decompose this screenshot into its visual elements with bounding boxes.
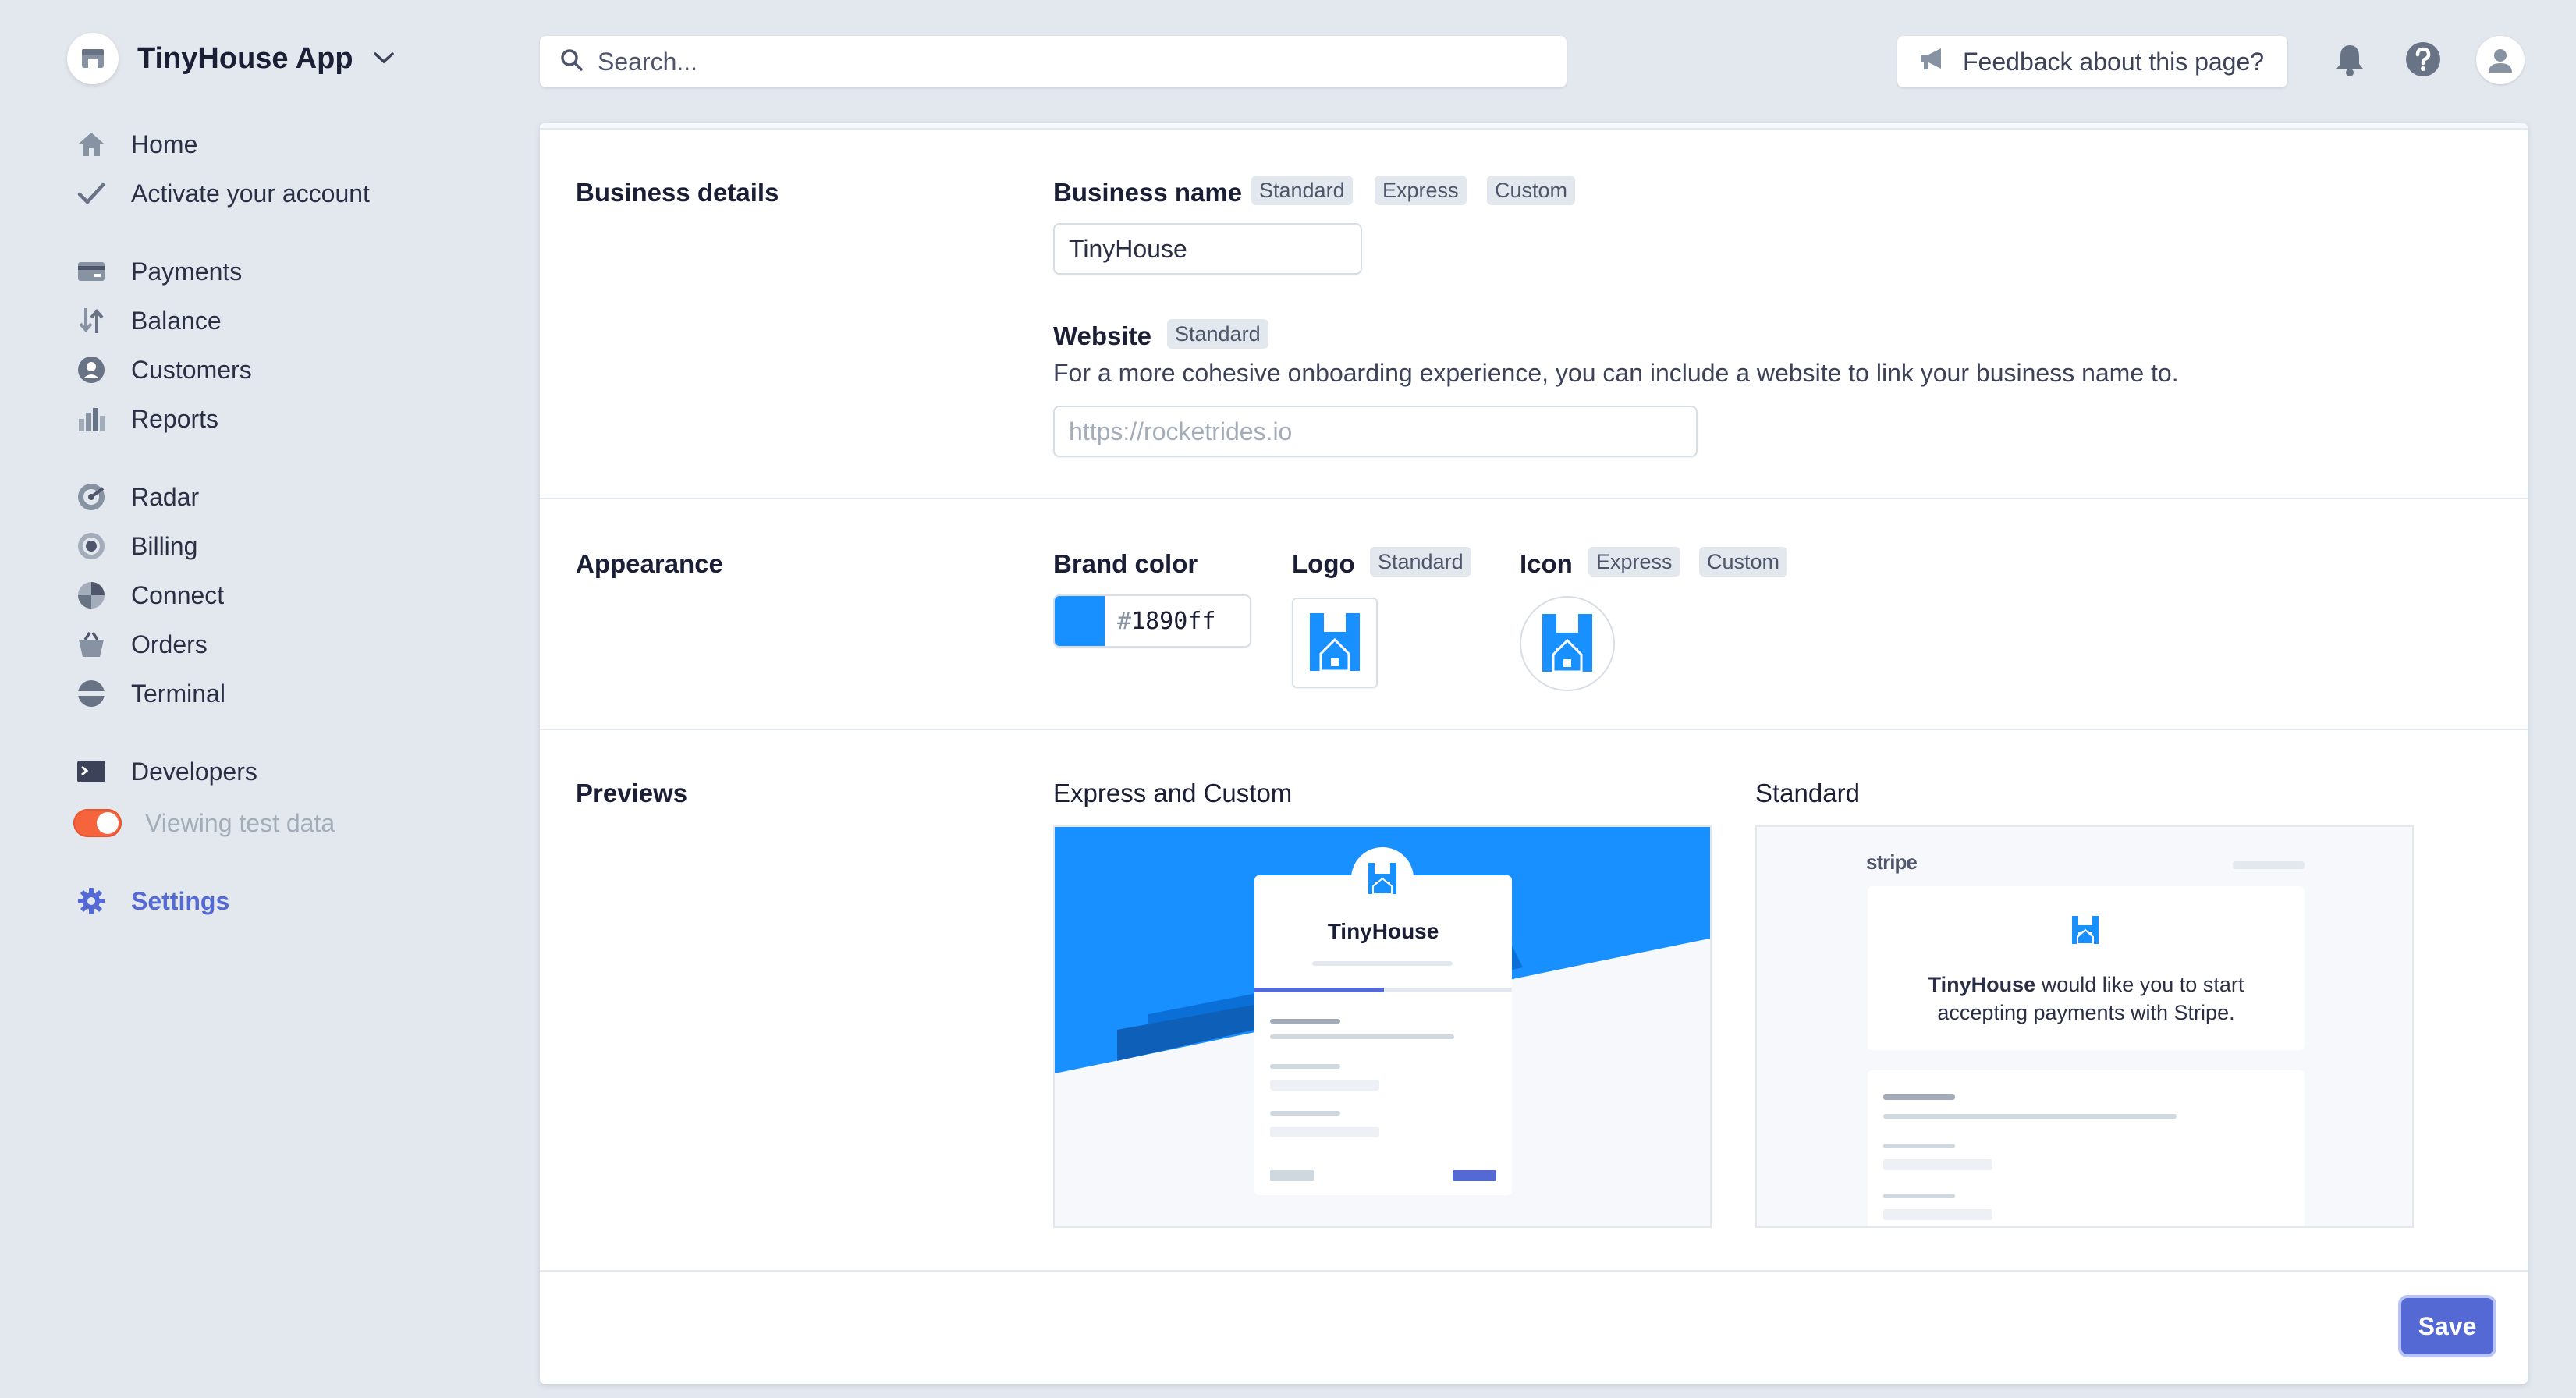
badge-standard: Standard bbox=[1251, 176, 1353, 205]
sidebar-item-label: Home bbox=[131, 130, 198, 158]
tinyhouse-logo-icon bbox=[1305, 609, 1364, 678]
sidebar-item-label: Radar bbox=[131, 482, 200, 511]
sidebar-item-payments[interactable]: Payments bbox=[75, 250, 242, 293]
home-icon bbox=[75, 128, 108, 161]
sidebar-item-balance[interactable]: Balance bbox=[75, 299, 222, 342]
website-help-text: For a more cohesive onboarding experienc… bbox=[1053, 359, 2179, 387]
store-icon bbox=[67, 33, 119, 84]
sidebar-item-label: Customers bbox=[131, 355, 252, 384]
badge-custom: Custom bbox=[1487, 176, 1576, 205]
sidebar-item-reports[interactable]: Reports bbox=[75, 397, 218, 441]
search-bar[interactable] bbox=[540, 36, 1567, 87]
sidebar-item-label: Billing bbox=[131, 531, 198, 560]
icon-label: Icon bbox=[1520, 549, 1573, 578]
stripe-wordmark: stripe bbox=[1866, 850, 1918, 874]
search-icon bbox=[560, 48, 584, 76]
sidebar-item-billing[interactable]: Billing bbox=[75, 524, 197, 568]
megaphone-icon bbox=[1918, 46, 1949, 77]
preview-title-express-custom: Express and Custom bbox=[1053, 779, 1293, 807]
help-icon[interactable] bbox=[2398, 34, 2448, 84]
sidebar-item-home[interactable]: Home bbox=[75, 122, 197, 166]
check-icon bbox=[75, 177, 108, 210]
billing-icon bbox=[75, 530, 108, 562]
badge-express: Express bbox=[1375, 176, 1467, 205]
preview-express-custom-graphic bbox=[1055, 827, 1710, 1226]
section-divider bbox=[540, 1270, 2528, 1272]
feedback-button[interactable]: Feedback about this page? bbox=[1897, 36, 2287, 87]
app-switcher[interactable]: TinyHouse App bbox=[67, 31, 396, 86]
website-label: Website bbox=[1053, 321, 1151, 350]
sidebar-item-connect[interactable]: Connect bbox=[75, 573, 224, 617]
badge-standard: Standard bbox=[1370, 547, 1471, 577]
preview-business-name: TinyHouse bbox=[1327, 919, 1439, 943]
sidebar-item-radar[interactable]: Radar bbox=[75, 475, 199, 519]
bell-icon[interactable] bbox=[2325, 34, 2375, 84]
settings-card: Business details Business name Standard … bbox=[540, 123, 2528, 1384]
icon-upload[interactable] bbox=[1520, 596, 1615, 691]
save-button[interactable]: Save bbox=[2401, 1298, 2493, 1354]
brand-color-hex[interactable]: # 1890ff bbox=[1105, 596, 1215, 646]
sidebar-item-label: Activate your account bbox=[131, 179, 370, 208]
avatar[interactable] bbox=[2476, 36, 2525, 84]
feedback-label: Feedback about this page? bbox=[1963, 47, 2265, 76]
badge-express: Express bbox=[1588, 547, 1680, 577]
sidebar-item-customers[interactable]: Customers bbox=[75, 348, 252, 392]
hex-value: 1890ff bbox=[1131, 607, 1216, 635]
search-input[interactable] bbox=[598, 47, 1534, 76]
payments-icon bbox=[75, 255, 108, 288]
preview-standard-graphic bbox=[1757, 827, 2412, 1226]
customers-icon bbox=[75, 353, 108, 386]
section-title-business-details: Business details bbox=[576, 178, 779, 207]
section-title-appearance: Appearance bbox=[576, 549, 723, 578]
sidebar-item-label: Reports bbox=[131, 404, 219, 433]
standard-preview-business: TinyHouse bbox=[1928, 973, 2036, 996]
logo-upload[interactable] bbox=[1292, 598, 1378, 688]
radar-icon bbox=[75, 481, 108, 513]
sidebar-item-label: Payments bbox=[131, 257, 243, 286]
section-divider bbox=[540, 498, 2528, 499]
website-field[interactable] bbox=[1053, 406, 1698, 457]
developers-icon bbox=[75, 755, 108, 788]
preview-standard: stripe TinyHouse would like you to start… bbox=[1755, 825, 2414, 1228]
balance-icon bbox=[75, 304, 108, 337]
sidebar-item-settings[interactable]: Settings bbox=[75, 879, 229, 923]
hash-symbol: # bbox=[1117, 607, 1132, 635]
reports-icon bbox=[75, 403, 108, 435]
sidebar-item-activate-account[interactable]: Activate your account bbox=[75, 172, 370, 215]
brand-color-label: Brand color bbox=[1053, 549, 1198, 578]
badge-custom: Custom bbox=[1699, 547, 1788, 577]
section-divider bbox=[540, 729, 2528, 730]
card-top-strip bbox=[540, 123, 2528, 130]
badge-standard: Standard bbox=[1167, 319, 1268, 349]
logo-label: Logo bbox=[1292, 549, 1355, 578]
sidebar-item-label: Connect bbox=[131, 580, 225, 609]
gear-icon bbox=[75, 885, 108, 917]
preview-title-standard: Standard bbox=[1755, 779, 1860, 807]
chevron-down-icon bbox=[372, 45, 396, 72]
sidebar-item-label: Developers bbox=[131, 757, 257, 786]
terminal-icon bbox=[75, 677, 108, 710]
sidebar-item-label: Terminal bbox=[131, 679, 225, 708]
standard-preview-message: TinyHouse would like you to start accept… bbox=[1889, 970, 2283, 1027]
orders-icon bbox=[75, 628, 108, 661]
sidebar-item-developers[interactable]: Developers bbox=[75, 750, 257, 793]
test-data-switch[interactable] bbox=[73, 809, 122, 837]
section-title-previews: Previews bbox=[576, 779, 688, 807]
business-name-label: Business name bbox=[1053, 178, 1243, 207]
sidebar-item-label: Orders bbox=[131, 630, 208, 658]
sidebar-item-label: Viewing test data bbox=[145, 808, 335, 837]
sidebar-item-terminal[interactable]: Terminal bbox=[75, 672, 225, 715]
brand-color-field[interactable]: # 1890ff bbox=[1053, 594, 1251, 648]
sidebar-item-label: Balance bbox=[131, 306, 222, 335]
connect-icon bbox=[75, 579, 108, 612]
sidebar-item-label: Settings bbox=[131, 886, 230, 915]
tinyhouse-logo-icon bbox=[1538, 609, 1597, 679]
business-name-field[interactable] bbox=[1053, 223, 1362, 275]
test-data-toggle[interactable]: Viewing test data bbox=[73, 801, 335, 845]
brand-color-swatch[interactable] bbox=[1055, 596, 1105, 646]
app-name: TinyHouse App bbox=[137, 41, 353, 75]
preview-express-custom: TinyHouse bbox=[1053, 825, 1712, 1228]
sidebar-item-orders[interactable]: Orders bbox=[75, 623, 208, 666]
